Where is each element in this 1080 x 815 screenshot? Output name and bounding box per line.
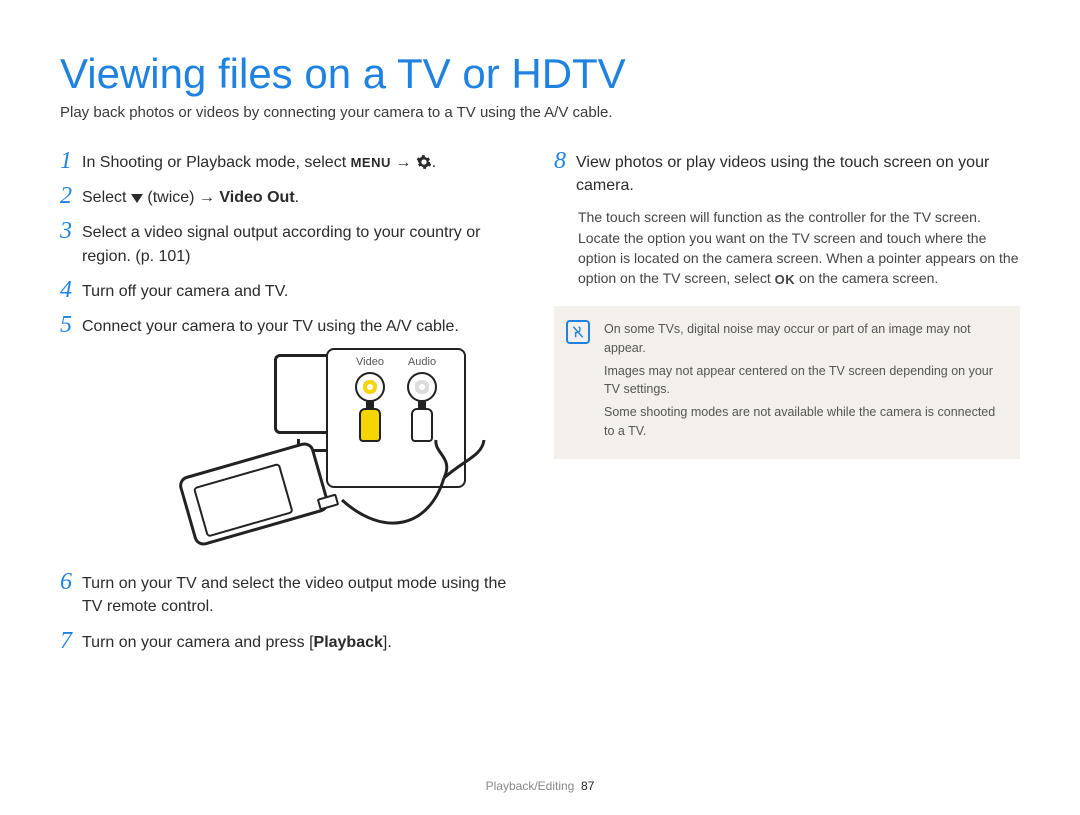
page-title: Viewing files on a TV or HDTV [60,50,1020,98]
step7-a: Turn on your camera and press [ [82,634,314,651]
step-text: Turn on your TV and select the video out… [82,570,526,618]
step1-end: . [432,154,436,171]
step-5: 5 Connect your camera to your TV using t… [60,313,526,338]
step-8: 8 View photos or play videos using the t… [554,149,1020,197]
note-line-1: On some TVs, digital noise may occur or … [604,320,1004,358]
step8-detail: The touch screen will function as the co… [578,207,1020,290]
step-3: 3 Select a video signal output according… [60,219,526,267]
audio-label: Audio [408,356,436,368]
video-plug-icon [359,408,381,442]
note-line-3: Some shooting modes are not available wh… [604,403,1004,441]
page-subtitle: Play back photos or videos by connecting… [60,104,1020,121]
note-line-2: Images may not appear centered on the TV… [604,362,1004,400]
step2-end: . [295,189,299,206]
left-column: 1 In Shooting or Playback mode, select M… [60,149,526,664]
arrow-icon: → [391,154,416,171]
step-number: 8 [554,149,576,174]
step7-b: ]. [383,634,392,651]
step7-bold: Playback [314,634,383,651]
step2-twice: (twice) → [143,189,219,206]
page-number: 87 [581,779,594,793]
gear-icon [416,154,432,170]
audio-jack-icon [407,372,437,402]
video-label: Video [356,356,384,368]
menu-icon: MENU [351,155,391,170]
step-4: 4 Turn off your camera and TV. [60,278,526,303]
step-text: In Shooting or Playback mode, select MEN… [82,149,436,174]
right-column: 8 View photos or play videos using the t… [554,149,1020,664]
av-panel-illustration: Video Audio [326,348,466,488]
step-number: 4 [60,278,82,303]
step-number: 7 [60,629,82,654]
step-7: 7 Turn on your camera and press [Playbac… [60,629,526,654]
audio-plug-icon [411,408,433,442]
step-2: 2 Select (twice) → Video Out. [60,184,526,209]
step8-detail-b: on the camera screen. [795,270,938,286]
camera-illustration [177,440,331,548]
content-columns: 1 In Shooting or Playback mode, select M… [60,149,1020,664]
step2-part-a: Select [82,189,131,206]
step-number: 3 [60,219,82,244]
video-jack-icon [355,372,385,402]
step-text: Turn on your camera and press [Playback]… [82,629,392,654]
page-footer: Playback/Editing 87 [0,779,1080,793]
step-text: View photos or play videos using the tou… [576,149,1020,197]
ok-icon: OK [775,271,796,290]
step-number: 5 [60,313,82,338]
step-number: 6 [60,570,82,595]
footer-section: Playback/Editing [486,779,575,793]
av-diagram: Video Audio [84,348,526,558]
step-number: 1 [60,149,82,174]
step-1: 1 In Shooting or Playback mode, select M… [60,149,526,174]
step-6: 6 Turn on your TV and select the video o… [60,570,526,618]
video-jack-column: Video [346,356,394,442]
step2-bold: Video Out [219,189,294,206]
note-box: On some TVs, digital noise may occur or … [554,306,1020,459]
chevron-down-icon [131,194,143,203]
step-text: Select a video signal output according t… [82,219,526,267]
audio-jack-column: Audio [398,356,446,442]
step-text: Select (twice) → Video Out. [82,184,299,209]
step-number: 2 [60,184,82,209]
step-text: Connect your camera to your TV using the… [82,313,459,338]
note-icon [566,320,590,344]
step1-part-a: In Shooting or Playback mode, select [82,154,351,171]
step-text: Turn off your camera and TV. [82,278,288,303]
